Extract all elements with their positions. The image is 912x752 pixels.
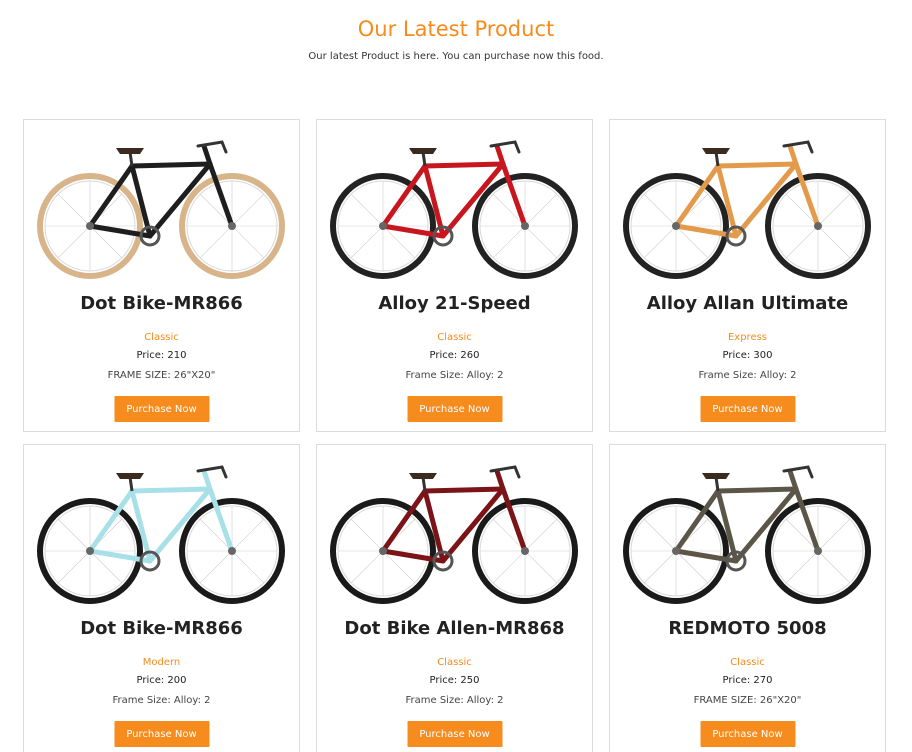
product-image[interactable]: [32, 453, 291, 613]
product-card: Alloy Allan Ultimate Express Price: 300 …: [609, 119, 886, 432]
product-name[interactable]: REDMOTO 5008: [610, 618, 885, 639]
product-image[interactable]: [325, 453, 584, 613]
product-image[interactable]: [618, 453, 877, 613]
product-frame-size: Frame Size: Alloy: 2: [698, 370, 797, 381]
product-frame-size: FRAME SIZE: 26"X20": [107, 370, 216, 381]
section-title: Our Latest Product: [357, 17, 555, 41]
product-frame-size: Frame Size: Alloy: 2: [112, 695, 211, 706]
purchase-now-button[interactable]: Purchase Now: [700, 396, 795, 422]
product-name[interactable]: Dot Bike-MR866: [24, 293, 299, 314]
product-image[interactable]: [325, 128, 584, 288]
product-category: Classic: [437, 332, 472, 343]
product-category: Classic: [144, 332, 179, 343]
product-price: Price: 200: [136, 675, 187, 686]
product-frame-size: Frame Size: Alloy: 2: [405, 370, 504, 381]
product-category: Classic: [730, 657, 765, 668]
purchase-now-button[interactable]: Purchase Now: [114, 721, 209, 747]
purchase-now-button[interactable]: Purchase Now: [114, 396, 209, 422]
purchase-now-button[interactable]: Purchase Now: [407, 721, 502, 747]
product-category: Modern: [142, 657, 181, 668]
product-frame-size: FRAME SIZE: 26"X20": [693, 695, 802, 706]
product-name[interactable]: Alloy 21-Speed: [317, 293, 592, 314]
product-card: Dot Bike-MR866 Modern Price: 200 Frame S…: [23, 444, 300, 752]
product-name[interactable]: Dot Bike-MR866: [24, 618, 299, 639]
purchase-now-button[interactable]: Purchase Now: [700, 721, 795, 747]
product-name[interactable]: Alloy Allan Ultimate: [610, 293, 885, 314]
section-subtitle: Our latest Product is here. You can purc…: [308, 51, 604, 62]
product-category: Classic: [437, 657, 472, 668]
product-price: Price: 250: [429, 675, 480, 686]
product-image[interactable]: [618, 128, 877, 288]
product-card: Dot Bike Allen-MR868 Classic Price: 250 …: [316, 444, 593, 752]
product-category: Express: [727, 332, 768, 343]
product-card: Alloy 21-Speed Classic Price: 260 Frame …: [316, 119, 593, 432]
product-image[interactable]: [32, 128, 291, 288]
product-name[interactable]: Dot Bike Allen-MR868: [317, 618, 592, 639]
product-price: Price: 210: [136, 350, 187, 361]
product-card: REDMOTO 5008 Classic Price: 270 FRAME SI…: [609, 444, 886, 752]
product-frame-size: Frame Size: Alloy: 2: [405, 695, 504, 706]
product-price: Price: 270: [722, 675, 773, 686]
product-card: Dot Bike-MR866 Classic Price: 210 FRAME …: [23, 119, 300, 432]
purchase-now-button[interactable]: Purchase Now: [407, 396, 502, 422]
product-price: Price: 300: [722, 350, 773, 361]
product-price: Price: 260: [429, 350, 480, 361]
